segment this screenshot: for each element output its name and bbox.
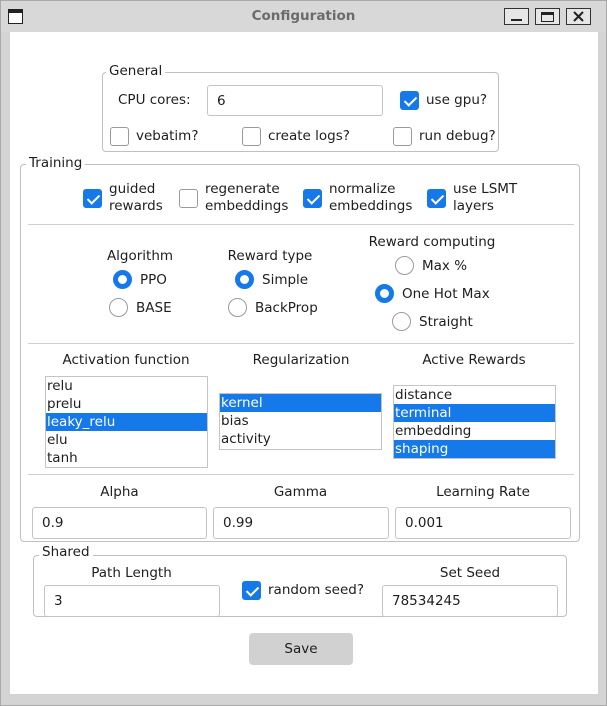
normalize-line1: normalize [329,181,396,197]
regenerate-line2: embeddings [205,198,289,214]
general-legend: General [106,63,166,79]
list-item[interactable]: distance [394,386,555,404]
algorithm-radio-ppo[interactable] [113,270,132,289]
gamma-input[interactable]: 0.99 [213,507,389,539]
normalize-embeddings-checkbox[interactable] [303,189,322,208]
training-separator-3 [28,474,574,475]
regenerate-embeddings-label: regenerate embeddings [205,181,288,215]
algorithm-option-base: BASE [136,300,172,316]
guided-rewards-line2: rewards [109,198,163,214]
algorithm-radio-base[interactable] [109,298,128,317]
reward-computing-radio-max[interactable] [395,256,414,275]
cpu-cores-label: CPU cores: [118,92,191,108]
list-item[interactable]: activity [220,430,381,448]
active-rewards-list[interactable]: distance terminal embedding shaping [393,385,556,459]
regenerate-line1: regenerate [205,181,280,197]
reward-computing-radio-one-hot-max[interactable] [375,284,394,303]
save-button[interactable]: Save [249,633,353,665]
algorithm-option-ppo: PPO [140,272,167,288]
reward-computing-radio-straight[interactable] [392,312,411,331]
reward-computing-option-max: Max % [422,258,468,274]
minimize-icon [511,19,522,21]
reward-type-radio-simple[interactable] [235,270,254,289]
guided-rewards-label: guided rewards [109,181,163,215]
random-seed-label: random seed? [268,582,365,598]
guided-rewards-checkbox[interactable] [83,189,102,208]
minimize-button[interactable] [504,8,529,25]
reward-computing-header: Reward computing [368,234,496,250]
alpha-label: Alpha [100,484,139,500]
activation-function-header: Activation function [62,352,190,368]
lsmt-line2: layers [453,198,494,214]
list-item[interactable]: bias [220,412,381,430]
lsmt-line1: use LSMT [453,181,518,197]
training-separator-1 [28,224,574,225]
list-item[interactable]: terminal [394,404,555,422]
vebatim-checkbox[interactable] [110,127,129,146]
set-seed-label: Set Seed [439,565,501,581]
normalize-line2: embeddings [329,198,413,214]
reward-computing-option-straight: Straight [419,314,473,330]
close-button[interactable] [566,8,591,25]
shared-legend: Shared [39,544,93,560]
reward-type-option-simple: Simple [262,272,309,288]
learning-rate-input[interactable]: 0.001 [395,507,571,539]
list-item[interactable]: kernel [220,394,381,412]
path-length-input[interactable]: 3 [44,585,220,617]
regenerate-embeddings-checkbox[interactable] [179,189,198,208]
list-item[interactable]: tanh [46,449,207,467]
list-item[interactable]: relu [46,377,207,395]
training-legend: Training [26,155,86,171]
use-gpu-label: use gpu? [426,92,488,108]
use-gpu-checkbox[interactable] [400,91,419,110]
activation-function-list[interactable]: relu prelu leaky_relu elu tanh [45,376,208,468]
run-debug-label: run debug? [419,128,496,144]
alpha-input[interactable]: 0.9 [32,507,207,539]
maximize-icon [541,11,554,22]
normalize-embeddings-label: normalize embeddings [329,181,412,215]
create-logs-checkbox[interactable] [242,127,261,146]
cpu-cores-input[interactable]: 6 [207,85,383,116]
regularization-header: Regularization [252,352,350,368]
regularization-list[interactable]: kernel bias activity [219,393,382,450]
list-item[interactable]: shaping [394,440,555,458]
list-item[interactable]: leaky_relu [46,413,207,431]
create-logs-label: create logs? [268,128,350,144]
title-bar[interactable]: Configuration [1,1,606,32]
reward-type-option-backprop: BackProp [255,300,318,316]
close-icon [573,11,584,22]
vebatim-label: vebatim? [136,128,199,144]
gamma-label: Gamma [273,484,328,500]
run-debug-checkbox[interactable] [393,127,412,146]
maximize-button[interactable] [535,8,560,25]
reward-computing-option-one-hot-max: One Hot Max [402,286,490,302]
reward-type-radio-backprop[interactable] [228,298,247,317]
use-lsmt-layers-checkbox[interactable] [427,189,446,208]
list-item[interactable]: elu [46,431,207,449]
reward-type-header: Reward type [227,248,313,264]
list-item[interactable]: prelu [46,395,207,413]
guided-rewards-line1: guided [109,181,156,197]
active-rewards-header: Active Rewards [422,352,526,368]
use-lsmt-layers-label: use LSMT layers [453,181,517,215]
random-seed-checkbox[interactable] [242,581,261,600]
training-separator-2 [28,343,574,344]
path-length-label: Path Length [91,565,172,581]
configuration-window: Configuration General CPU cores: 6 use g… [0,0,607,706]
learning-rate-label: Learning Rate [436,484,530,500]
algorithm-header: Algorithm [106,248,174,264]
content-area: General CPU cores: 6 use gpu? vebatim? c… [10,32,598,694]
list-item[interactable]: embedding [394,422,555,440]
set-seed-input[interactable]: 78534245 [382,585,558,617]
